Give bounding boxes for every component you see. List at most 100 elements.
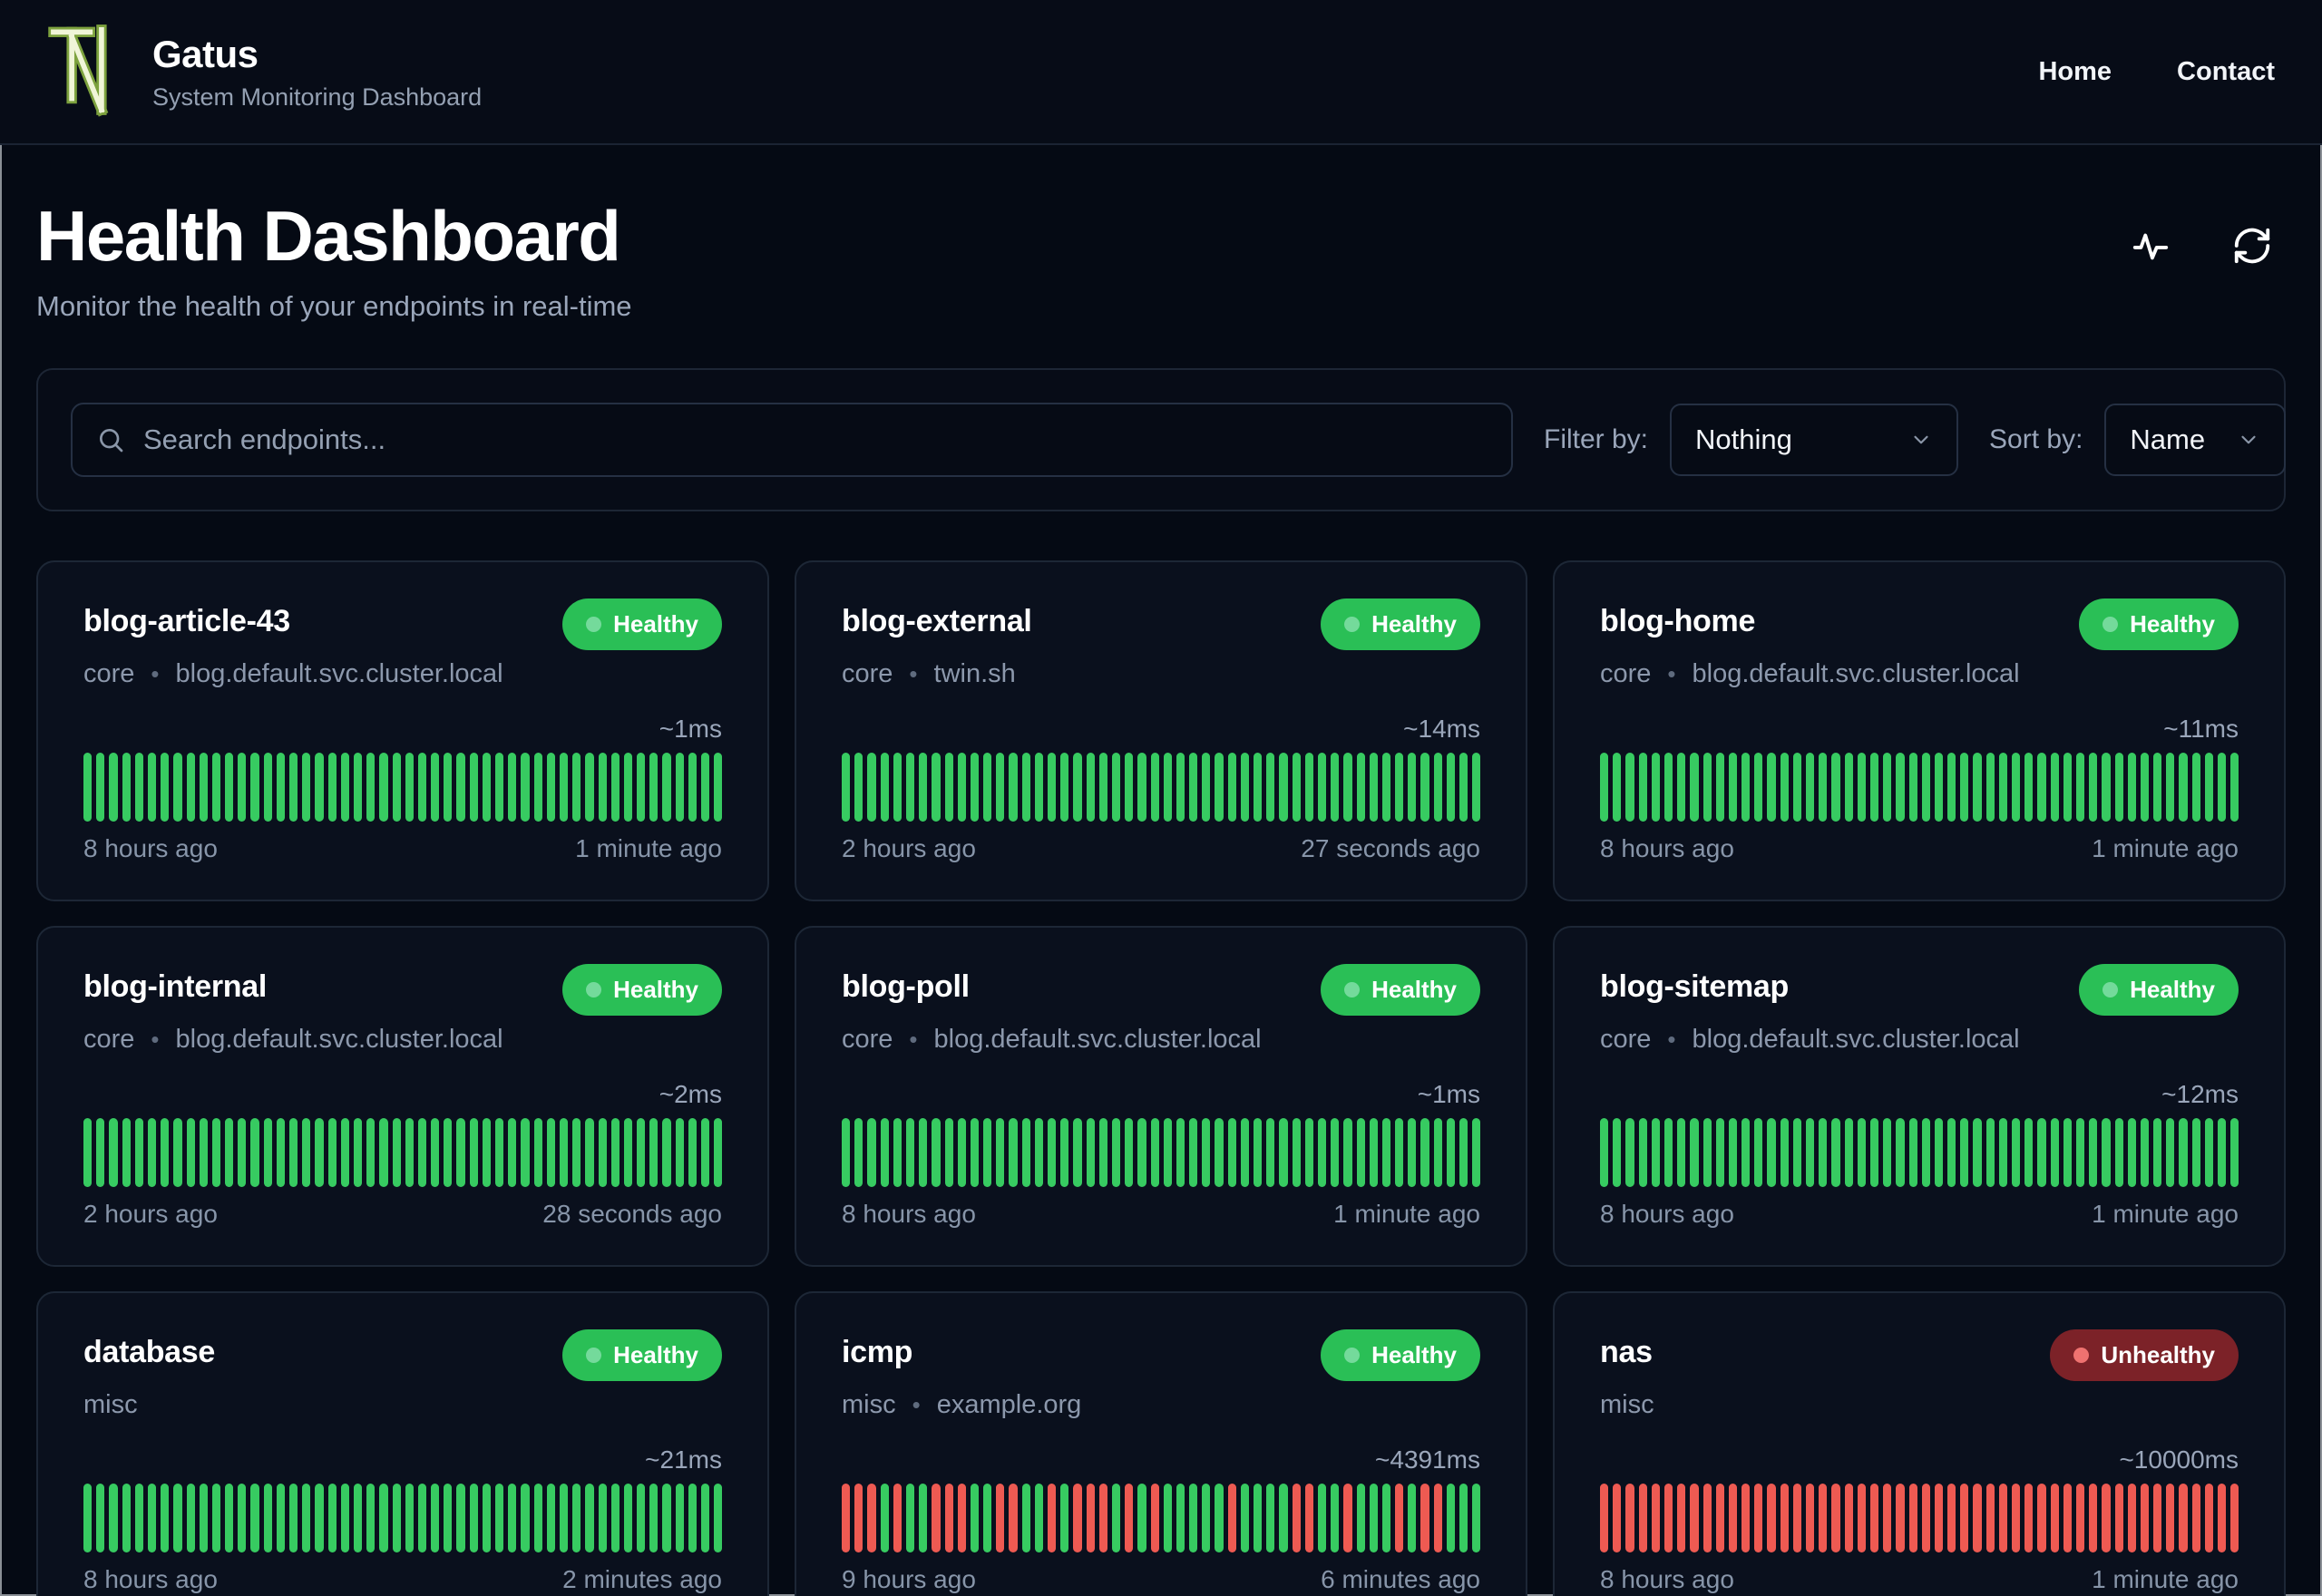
- status-bar[interactable]: [469, 1117, 478, 1187]
- status-bar[interactable]: [186, 752, 195, 822]
- status-bar[interactable]: [854, 752, 863, 822]
- status-bar[interactable]: [533, 1117, 542, 1187]
- status-bar[interactable]: [1125, 752, 1134, 822]
- status-bar[interactable]: [559, 1117, 569, 1187]
- status-bar[interactable]: [1356, 1483, 1365, 1552]
- status-bar[interactable]: [1792, 1483, 1801, 1552]
- status-bar[interactable]: [1754, 1483, 1763, 1552]
- status-bar[interactable]: [2127, 752, 2136, 822]
- status-bar[interactable]: [1651, 1117, 1660, 1187]
- status-bar[interactable]: [623, 1483, 633, 1552]
- status-bar[interactable]: [1021, 1117, 1030, 1187]
- status-bar[interactable]: [340, 1117, 349, 1187]
- status-bar[interactable]: [122, 1117, 131, 1187]
- status-bar[interactable]: [1279, 752, 1288, 822]
- status-bar[interactable]: [1254, 1117, 1263, 1187]
- status-bar[interactable]: [1086, 1483, 1095, 1552]
- status-bar[interactable]: [2179, 1117, 2188, 1187]
- status-bar[interactable]: [1742, 1117, 1751, 1187]
- status-bar[interactable]: [675, 1483, 684, 1552]
- status-bar[interactable]: [944, 1483, 953, 1552]
- status-bar[interactable]: [1073, 1117, 1082, 1187]
- status-bar[interactable]: [96, 1483, 105, 1552]
- nav-contact-link[interactable]: Contact: [2177, 57, 2275, 87]
- status-bar[interactable]: [1896, 752, 1905, 822]
- status-bar[interactable]: [173, 752, 182, 822]
- status-bar[interactable]: [1792, 1117, 1801, 1187]
- status-bar[interactable]: [1420, 752, 1429, 822]
- status-bar[interactable]: [1034, 1483, 1043, 1552]
- status-bar[interactable]: [932, 1117, 941, 1187]
- status-bar[interactable]: [1896, 1483, 1905, 1552]
- status-bar[interactable]: [2179, 752, 2188, 822]
- status-bar[interactable]: [2204, 1117, 2213, 1187]
- search-input[interactable]: [143, 423, 1488, 456]
- status-bar[interactable]: [1189, 1117, 1198, 1187]
- status-bar[interactable]: [1034, 752, 1043, 822]
- status-bar[interactable]: [1098, 1117, 1107, 1187]
- status-bar[interactable]: [2089, 752, 2098, 822]
- status-bar[interactable]: [431, 1483, 440, 1552]
- status-bar[interactable]: [1395, 1483, 1404, 1552]
- status-bar[interactable]: [1279, 1117, 1288, 1187]
- status-bar[interactable]: [572, 1483, 581, 1552]
- status-bar[interactable]: [2114, 1483, 2123, 1552]
- status-bar[interactable]: [456, 1483, 465, 1552]
- status-bar[interactable]: [1690, 1117, 1699, 1187]
- status-bar[interactable]: [83, 752, 93, 822]
- status-bar[interactable]: [2127, 1117, 2136, 1187]
- status-bar[interactable]: [508, 752, 517, 822]
- status-bar[interactable]: [1356, 752, 1365, 822]
- status-bar[interactable]: [2191, 752, 2200, 822]
- status-bar[interactable]: [2230, 1483, 2239, 1552]
- status-bar[interactable]: [1420, 1117, 1429, 1187]
- status-bar[interactable]: [315, 1117, 324, 1187]
- status-bar[interactable]: [1150, 1483, 1159, 1552]
- status-bar[interactable]: [2191, 1117, 2200, 1187]
- status-bar[interactable]: [134, 1117, 143, 1187]
- status-bar[interactable]: [379, 1117, 388, 1187]
- status-bar[interactable]: [250, 1483, 259, 1552]
- nav-home-link[interactable]: Home: [2038, 57, 2112, 87]
- status-bar[interactable]: [1381, 752, 1391, 822]
- status-bar[interactable]: [572, 752, 581, 822]
- status-bar[interactable]: [2218, 1483, 2227, 1552]
- status-bar[interactable]: [263, 752, 272, 822]
- status-bar[interactable]: [417, 752, 427, 822]
- status-bar[interactable]: [238, 1117, 247, 1187]
- status-bar[interactable]: [1472, 1483, 1481, 1552]
- status-bar[interactable]: [1819, 752, 1828, 822]
- status-bar[interactable]: [2024, 1483, 2034, 1552]
- status-bar[interactable]: [353, 1483, 363, 1552]
- status-bar[interactable]: [456, 752, 465, 822]
- status-bar[interactable]: [1767, 1483, 1776, 1552]
- status-bar[interactable]: [1009, 1117, 1018, 1187]
- status-bar[interactable]: [585, 1117, 594, 1187]
- status-bar[interactable]: [444, 752, 453, 822]
- status-bar[interactable]: [2075, 752, 2085, 822]
- status-bar[interactable]: [238, 752, 247, 822]
- status-bar[interactable]: [199, 1483, 208, 1552]
- status-bar[interactable]: [919, 1117, 928, 1187]
- status-bar[interactable]: [1625, 1483, 1634, 1552]
- status-bar[interactable]: [211, 1117, 221, 1187]
- status-bar[interactable]: [405, 1483, 414, 1552]
- status-bar[interactable]: [1021, 752, 1030, 822]
- status-bar[interactable]: [1947, 1117, 1956, 1187]
- status-bar[interactable]: [701, 752, 710, 822]
- status-bar[interactable]: [1728, 752, 1738, 822]
- status-bar[interactable]: [1613, 752, 1622, 822]
- status-bar[interactable]: [546, 752, 555, 822]
- status-bar[interactable]: [649, 1117, 659, 1187]
- status-bar[interactable]: [96, 1117, 105, 1187]
- status-bar[interactable]: [276, 1117, 285, 1187]
- status-bar[interactable]: [1215, 1483, 1224, 1552]
- status-bar[interactable]: [225, 1483, 234, 1552]
- status-bar[interactable]: [598, 1483, 607, 1552]
- status-bar[interactable]: [1446, 752, 1455, 822]
- status-bar[interactable]: [109, 752, 118, 822]
- status-bar[interactable]: [1459, 1483, 1468, 1552]
- status-bar[interactable]: [1163, 752, 1172, 822]
- status-bar[interactable]: [1343, 752, 1352, 822]
- status-bar[interactable]: [508, 1117, 517, 1187]
